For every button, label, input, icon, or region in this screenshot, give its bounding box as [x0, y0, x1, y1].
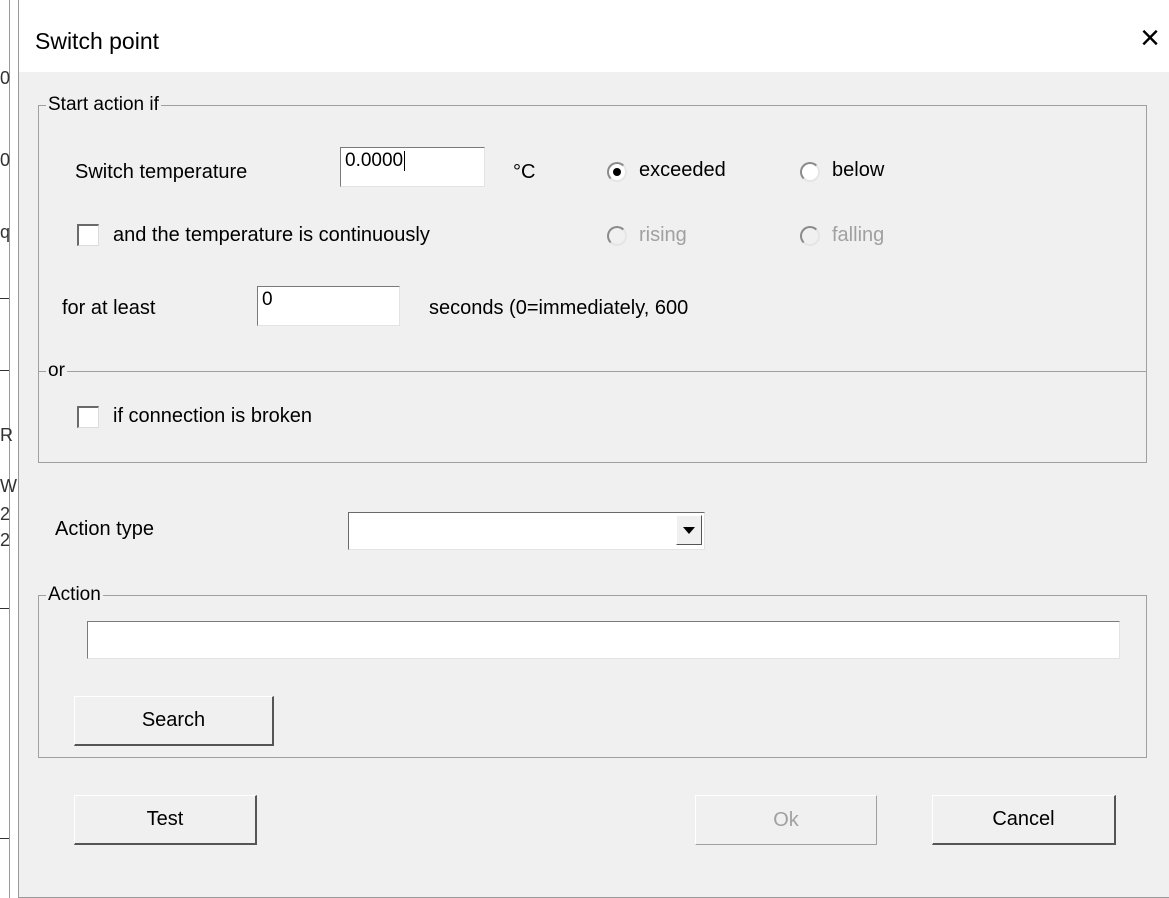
- ok-button: Ok: [695, 795, 877, 845]
- chevron-down-icon[interactable]: [676, 515, 702, 545]
- radio-rising: [607, 226, 627, 246]
- action-type-label: Action type: [55, 518, 154, 540]
- close-icon[interactable]: ×: [1140, 19, 1160, 58]
- start-action-group: Start action if Switch temperature 0.000…: [38, 95, 1147, 463]
- background-text-fragment: 2: [0, 530, 11, 550]
- background-text-fragment: R: [0, 425, 13, 445]
- temperature-unit-label: °C: [513, 161, 536, 183]
- action-legend: Action: [46, 584, 103, 605]
- radio-rising-label: rising: [639, 224, 687, 246]
- background-window-border: [9, 0, 10, 898]
- switch-temperature-label: Switch temperature: [75, 161, 248, 183]
- connection-broken-checkbox[interactable]: [77, 406, 99, 428]
- radio-selected-dot: [613, 168, 621, 176]
- search-button[interactable]: Search: [74, 696, 274, 746]
- radio-exceeded[interactable]: [607, 162, 627, 182]
- background-divider: [0, 370, 9, 371]
- cancel-button[interactable]: Cancel: [932, 795, 1116, 845]
- background-text-fragment: W: [0, 476, 17, 496]
- action-input[interactable]: [87, 621, 1120, 659]
- continuous-checkbox[interactable]: [77, 224, 99, 246]
- continuous-label: and the temperature is continuously: [113, 224, 430, 246]
- radio-below-label: below: [832, 159, 885, 181]
- switch-temperature-input[interactable]: 0.0000: [340, 147, 485, 187]
- background-text-fragment: q: [0, 222, 11, 242]
- duration-input[interactable]: 0: [257, 286, 400, 326]
- test-button[interactable]: Test: [74, 795, 257, 845]
- radio-below[interactable]: [800, 162, 820, 182]
- background-text-fragment: 0: [0, 150, 11, 170]
- connection-broken-label: if connection is broken: [113, 405, 313, 427]
- radio-exceeded-label: exceeded: [639, 159, 726, 181]
- background-text-fragment: 0: [0, 68, 11, 88]
- seconds-hint-label: seconds (0=immediately, 600: [429, 297, 689, 319]
- background-divider: [0, 298, 9, 299]
- start-action-legend: Start action if: [46, 94, 161, 115]
- duration-value: 0: [262, 289, 273, 310]
- for-at-least-label: for at least: [62, 297, 156, 319]
- or-legend: or: [46, 360, 67, 381]
- switch-temperature-value: 0.0000: [345, 150, 404, 171]
- or-separator-line: [38, 371, 1147, 372]
- action-type-dropdown[interactable]: [348, 512, 705, 550]
- radio-falling: [800, 226, 820, 246]
- background-divider: [0, 608, 9, 609]
- background-text-fragment: 2: [0, 504, 11, 524]
- background-window-edge: 0 0 q R W 2 2: [0, 0, 18, 898]
- text-caret: [404, 150, 406, 171]
- background-divider: [0, 838, 9, 839]
- action-group: Action Search: [38, 585, 1147, 758]
- switch-point-dialog: Switch point × Start action if Switch te…: [18, 0, 1169, 898]
- dialog-title: Switch point: [35, 28, 160, 54]
- radio-falling-label: falling: [832, 224, 885, 246]
- title-bar: Switch point ×: [19, 0, 1169, 72]
